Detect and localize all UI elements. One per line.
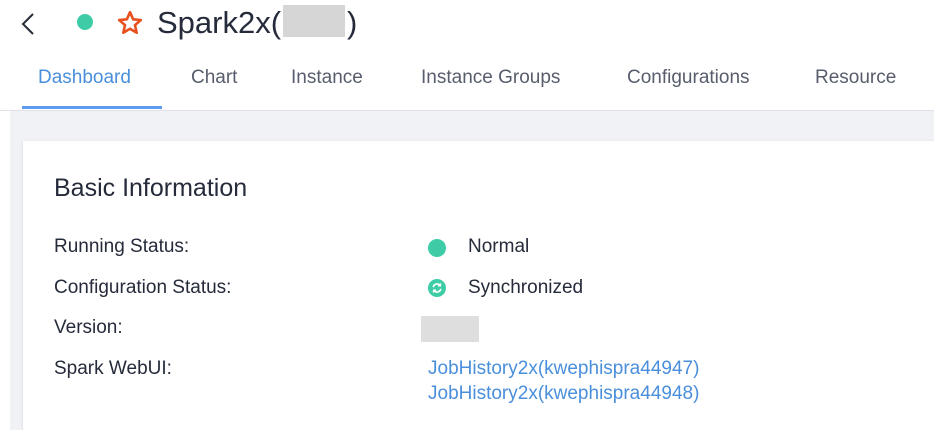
tab-configurations[interactable]: Configurations — [627, 66, 750, 90]
webui-link-44948[interactable]: JobHistory2x(kwephispra44948) — [428, 382, 699, 406]
redacted-version — [421, 316, 479, 342]
active-tab-indicator — [22, 106, 162, 109]
running-status-dot — [428, 239, 446, 257]
running-status-label: Running Status: — [54, 236, 190, 257]
webui-link-44947[interactable]: JobHistory2x(kwephispra44947) — [428, 357, 699, 381]
spark-webui-label: Spark WebUI: — [54, 358, 172, 379]
tab-instance-groups[interactable]: Instance Groups — [421, 66, 560, 90]
tab-chart[interactable]: Chart — [191, 66, 237, 90]
tab-instance[interactable]: Instance — [291, 66, 363, 90]
page-header: Spark2x() — [0, 0, 934, 52]
running-status-value: Normal — [468, 236, 530, 257]
sync-icon — [428, 279, 446, 297]
tab-dashboard[interactable]: Dashboard — [38, 66, 131, 90]
star-outline-icon[interactable] — [117, 10, 143, 36]
title-prefix: Spark2x( — [157, 5, 282, 40]
basic-information-card: Basic Information Running Status: Normal… — [23, 141, 934, 430]
service-status-dot — [77, 14, 93, 30]
redacted-name — [283, 5, 346, 37]
tab-resource[interactable]: Resource — [815, 66, 896, 90]
tab-bar: Dashboard Chart Instance Instance Groups… — [0, 52, 934, 111]
page-title: Spark2x() — [157, 3, 357, 43]
title-suffix: ) — [347, 5, 358, 40]
card-title: Basic Information — [54, 174, 248, 202]
chevron-left-icon[interactable] — [14, 7, 40, 41]
configuration-status-label: Configuration Status: — [54, 277, 232, 298]
configuration-status-value: Synchronized — [468, 277, 584, 298]
version-label: Version: — [54, 317, 123, 338]
